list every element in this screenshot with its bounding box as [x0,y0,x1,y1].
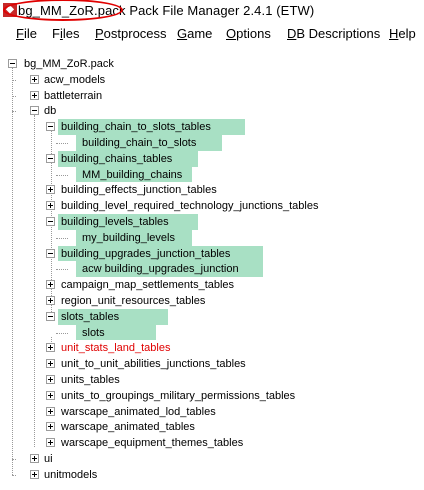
expander-battleterrain[interactable] [30,90,39,100]
tree-connector-line [56,237,68,239]
tree-connector-line [12,474,16,476]
expander-acw_models[interactable] [30,74,39,84]
expander-building_level_required_technology_junctions_tables[interactable] [46,201,55,211]
tree-item-folder[interactable]: unit_stats_land_tables [61,340,170,356]
expander-ui[interactable] [30,454,39,463]
menu-db-descriptions[interactable]: DB Descriptions [287,26,380,41]
tree-root[interactable]: bg_MM_ZoR.pack [24,56,114,72]
expander-building_chain_to_slots_tables[interactable] [46,122,55,132]
expander-warscape_animated_tables[interactable] [46,422,55,432]
menu-game[interactable]: Game [177,26,212,41]
tree-item-folder[interactable]: building_effects_junction_tables [61,182,217,198]
tree-connector-line [56,332,68,334]
tree-connector-line [12,68,13,475]
expander-warscape_animated_lod_tables[interactable] [46,406,55,416]
menu-files[interactable]: Files [52,26,79,41]
expander-building_chains_tables[interactable] [46,153,55,163]
expander-warscape_equipment_themes_tables[interactable] [46,438,55,448]
expander-region_unit_resources_tables[interactable] [46,296,55,305]
tree-item-folder[interactable]: building_chain_to_slots_tables [61,119,211,135]
expander-db[interactable] [30,106,39,116]
tree-item-folder[interactable]: battleterrain [44,88,102,104]
expander-building_effects_junction_tables[interactable] [46,185,55,195]
tree-item-folder[interactable]: region_unit_resources_tables [61,293,205,309]
expander-root[interactable] [8,59,17,68]
menu-file[interactable]: File [16,26,37,41]
tree-item-folder[interactable]: unit_to_unit_abilities_junctions_tables [61,356,246,372]
tree-connector-line [12,79,16,81]
tree-connector-line [56,269,68,271]
tree-item-folder[interactable]: unitmodels [44,467,97,483]
tree-connector-line [12,111,16,113]
tree-item-folder[interactable]: ui [44,451,53,467]
tree-item-folder[interactable]: warscape_animated_tables [61,419,195,435]
title-bar: ◆ bg_MM_ZoR.pack Pack File Manager 2.4.1… [0,0,424,22]
tree-connector-line [56,143,68,144]
tree-item-table-file[interactable]: slots [82,325,105,341]
tree-item-table-file[interactable]: acw building_upgrades_junction [82,261,239,277]
menu-help[interactable]: Help [389,26,416,41]
menu-postprocess[interactable]: Postprocess [95,26,167,41]
tree-connector-line [56,174,68,176]
expander-building_levels_tables[interactable] [46,217,55,226]
tree-connector-line [12,95,16,97]
tree-item-folder[interactable]: campaign_map_settlements_tables [61,277,234,293]
window-title-app: Pack File Manager 2.4.1 (ETW) [129,3,315,18]
tree-item-table-file[interactable]: my_building_levels [82,230,175,246]
tree-connector-line [12,459,16,460]
tree-item-folder[interactable]: warscape_animated_lod_tables [61,404,216,420]
menu-bar: File Files Postprocess Game Options DB Descri… [0,22,424,47]
expander-building_upgrades_junction_tables[interactable] [46,248,55,258]
tree-item-folder[interactable]: acw_models [44,72,105,88]
annotation-ring [3,0,123,21]
tree-item-folder[interactable]: building_level_required_technology_junct… [61,198,318,214]
tree-item-folder[interactable]: units_to_groupings_military_permissions_… [61,388,295,404]
tree-connector-line [34,115,35,448]
tree-item-folder[interactable]: building_chains_tables [61,151,172,167]
expander-units_to_groupings_military_permissions_tables[interactable] [46,390,55,400]
expander-campaign_map_settlements_tables[interactable] [46,280,55,290]
expander-units_tables[interactable] [46,375,55,384]
tree-item-folder[interactable]: slots_tables [61,309,119,325]
file-tree: bg_MM_ZoR.pack acw_models battleterrain db b… [0,46,424,490]
tree-item-folder[interactable]: warscape_equipment_themes_tables [61,435,243,451]
tree-item-folder[interactable]: db [44,103,56,119]
menu-options[interactable]: Options [226,26,271,41]
tree-item-folder[interactable]: building_upgrades_junction_tables [61,246,230,262]
expander-unit_stats_land_tables[interactable] [46,343,55,353]
expander-slots_tables[interactable] [46,311,55,321]
tree-item-folder[interactable]: units_tables [61,372,120,388]
tree-item-folder[interactable]: building_levels_tables [61,214,169,230]
expander-unitmodels[interactable] [30,469,39,479]
tree-item-table-file[interactable]: building_chain_to_slots [82,135,196,151]
tree-item-table-file[interactable]: MM_building_chains [82,167,182,183]
expander-unit_to_unit_abilities_junctions_tables[interactable] [46,359,55,369]
